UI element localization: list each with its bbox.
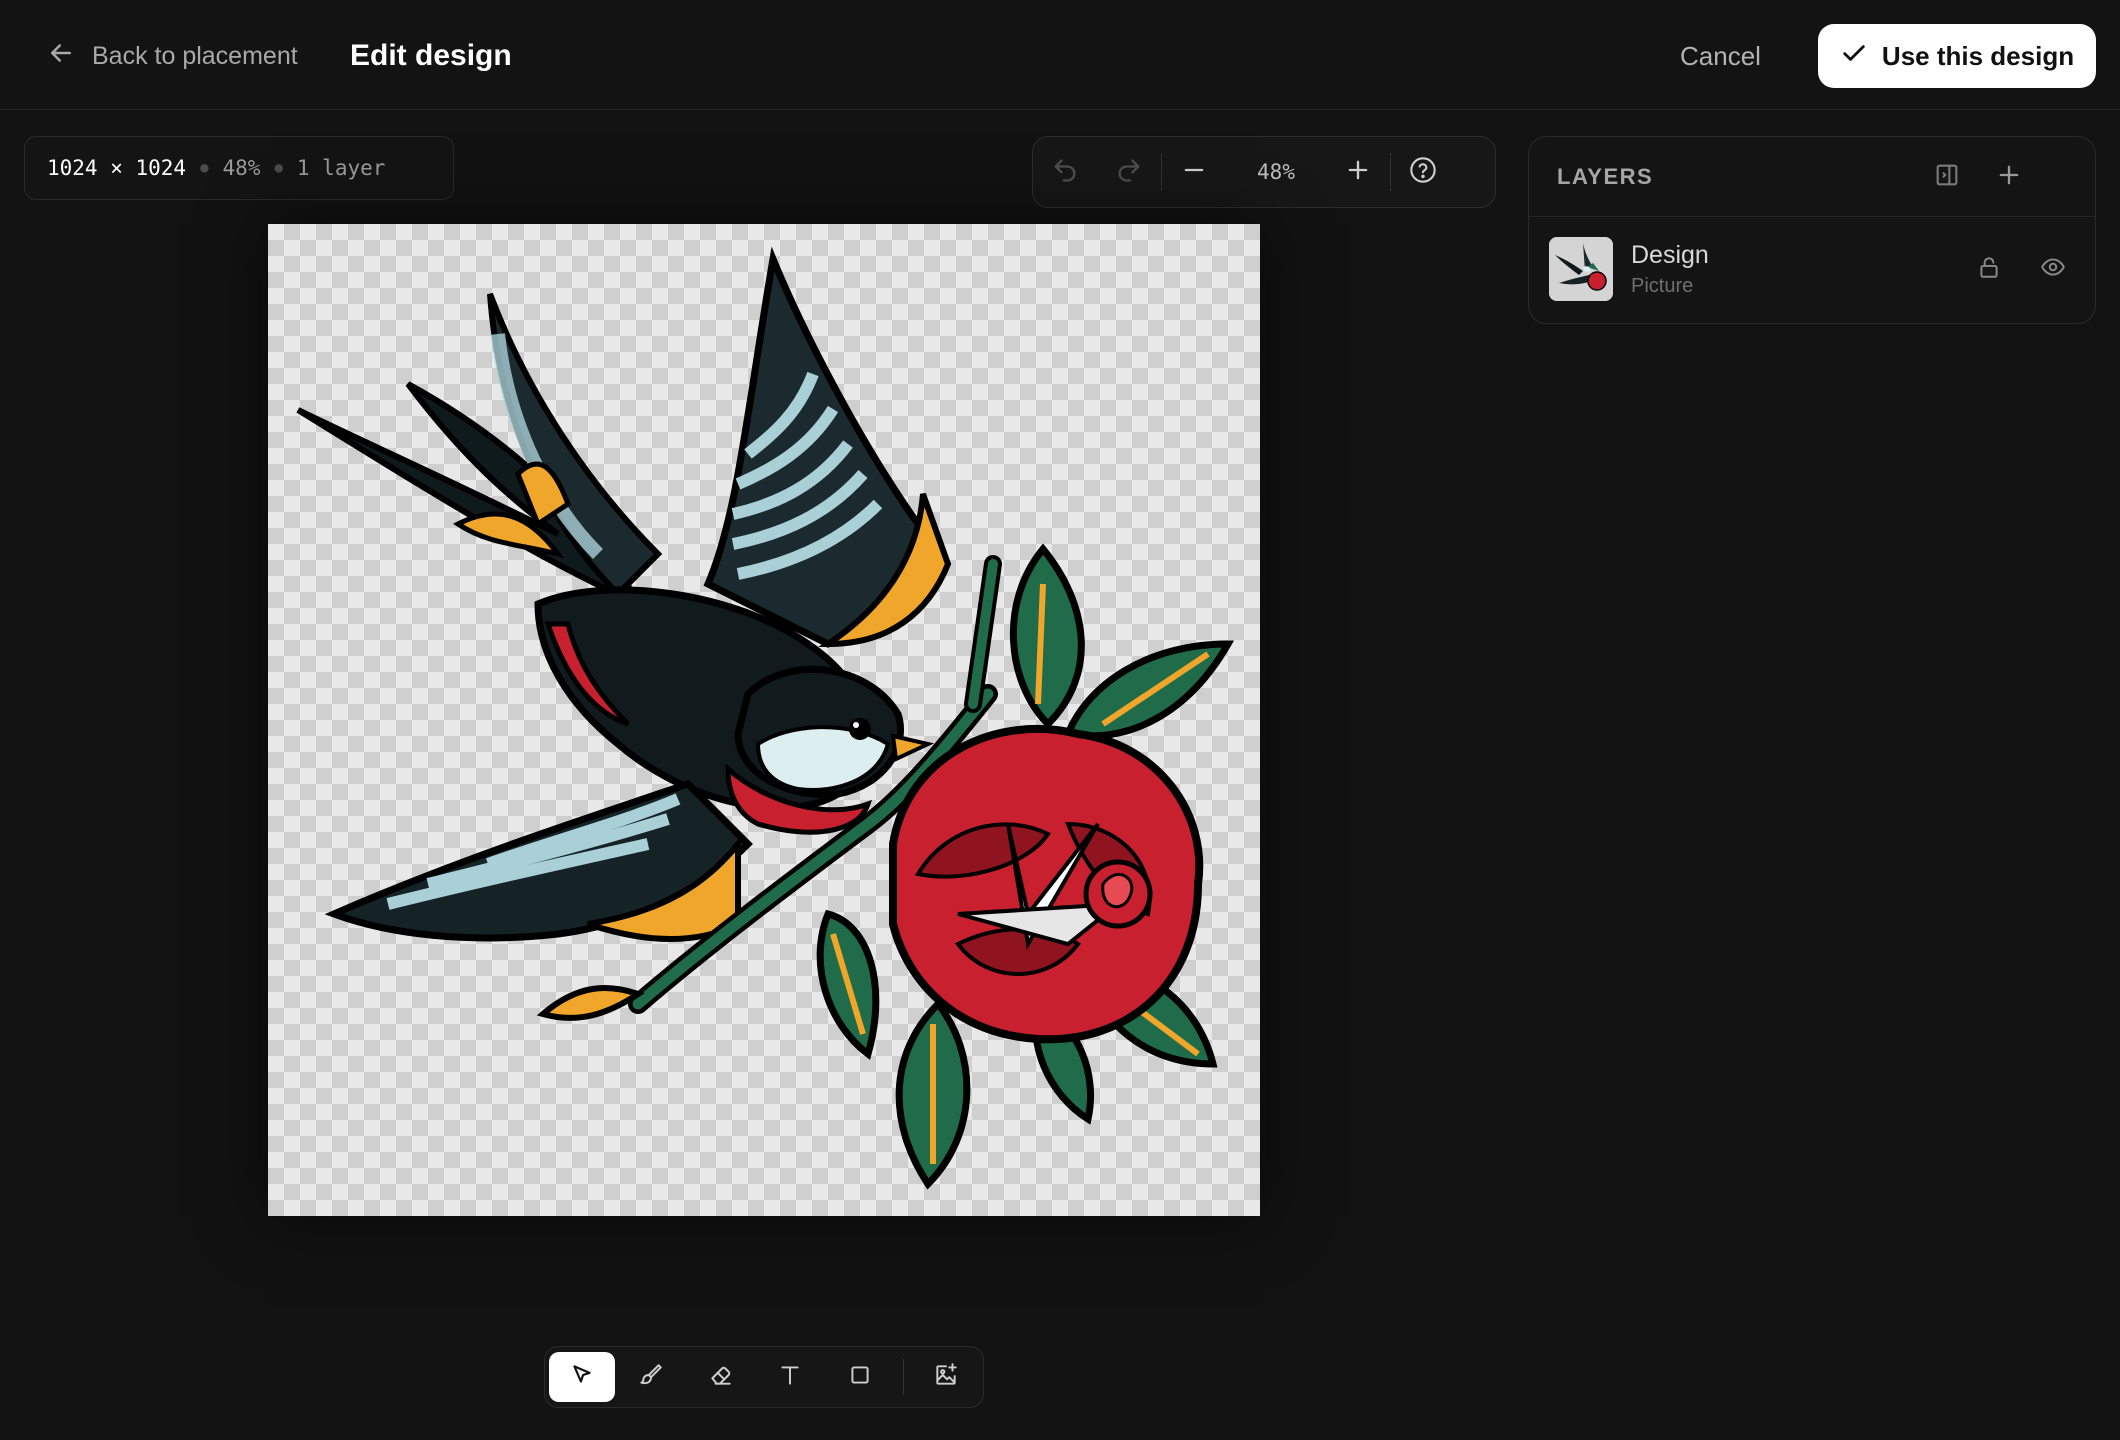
text-tool-button[interactable]	[758, 1352, 824, 1402]
collapse-panel-button[interactable]	[1929, 159, 1965, 195]
brush-tool-button[interactable]	[619, 1352, 685, 1402]
help-button[interactable]	[1391, 136, 1455, 208]
lock-icon	[1976, 254, 2002, 285]
use-this-design-button[interactable]: Use this design	[1818, 24, 2096, 88]
text-icon	[777, 1362, 803, 1393]
add-layer-button[interactable]	[1991, 159, 2027, 195]
image-add-icon	[933, 1362, 959, 1393]
top-bar: Back to placement Edit design Cancel Use…	[0, 0, 2120, 110]
zoom-in-button[interactable]	[1326, 136, 1390, 208]
zoom-level: 48%	[1257, 160, 1295, 184]
minus-icon	[1180, 156, 1208, 189]
eraser-icon	[708, 1362, 734, 1393]
plus-icon	[1344, 156, 1372, 189]
plus-icon	[1995, 161, 2023, 194]
layers-panel: LAYERS Design Picture	[1528, 136, 2096, 324]
zoom-out-button[interactable]	[1162, 136, 1226, 208]
panel-collapse-icon	[1933, 161, 1961, 194]
separator-dot: ●	[200, 160, 209, 176]
select-tool-button[interactable]	[549, 1352, 615, 1402]
layer-count: 1 layer	[296, 156, 386, 180]
layers-panel-title: LAYERS	[1557, 163, 1654, 189]
eye-icon	[2040, 254, 2066, 285]
redo-icon	[1115, 156, 1143, 189]
swallow-rose-design-image	[296, 246, 1235, 1190]
check-icon	[1840, 39, 1868, 74]
zoom-toolbar: 48%	[1032, 136, 1496, 208]
undo-button[interactable]	[1033, 136, 1097, 208]
redo-button[interactable]	[1097, 136, 1161, 208]
canvas-dimensions: 1024 × 1024	[47, 156, 187, 180]
back-label: Back to placement	[92, 41, 298, 70]
toolbar-divider	[902, 1359, 904, 1395]
page-title: Edit design	[350, 39, 512, 72]
lock-layer-button[interactable]	[1971, 251, 2007, 287]
help-icon	[1409, 156, 1437, 189]
paintbrush-icon	[638, 1362, 664, 1393]
undo-icon	[1051, 156, 1079, 189]
layer-item-design[interactable]: Design Picture	[1529, 217, 2095, 323]
arrow-left-icon	[46, 38, 76, 75]
cancel-button[interactable]: Cancel	[1680, 36, 1761, 76]
canvas-info-pill: 1024 × 1024 ● 48% ● 1 layer	[24, 136, 454, 200]
cursor-arrow-icon	[569, 1362, 595, 1393]
separator-dot: ●	[274, 160, 283, 176]
design-canvas[interactable]	[268, 224, 1260, 1216]
layer-thumbnail	[1549, 237, 1613, 301]
add-image-tool-button[interactable]	[914, 1352, 980, 1402]
back-to-placement-link[interactable]: Back to placement	[46, 36, 298, 76]
canvas-zoom-readout: 48%	[222, 156, 261, 180]
square-icon	[847, 1362, 873, 1393]
tool-palette	[544, 1346, 984, 1408]
toggle-visibility-button[interactable]	[2035, 251, 2071, 287]
eraser-tool-button[interactable]	[688, 1352, 754, 1402]
layers-panel-header: LAYERS	[1529, 137, 2095, 217]
rectangle-tool-button[interactable]	[827, 1352, 893, 1402]
layer-type: Picture	[1631, 275, 1694, 297]
layer-name: Design	[1631, 241, 1709, 269]
use-this-design-label: Use this design	[1881, 40, 2075, 71]
